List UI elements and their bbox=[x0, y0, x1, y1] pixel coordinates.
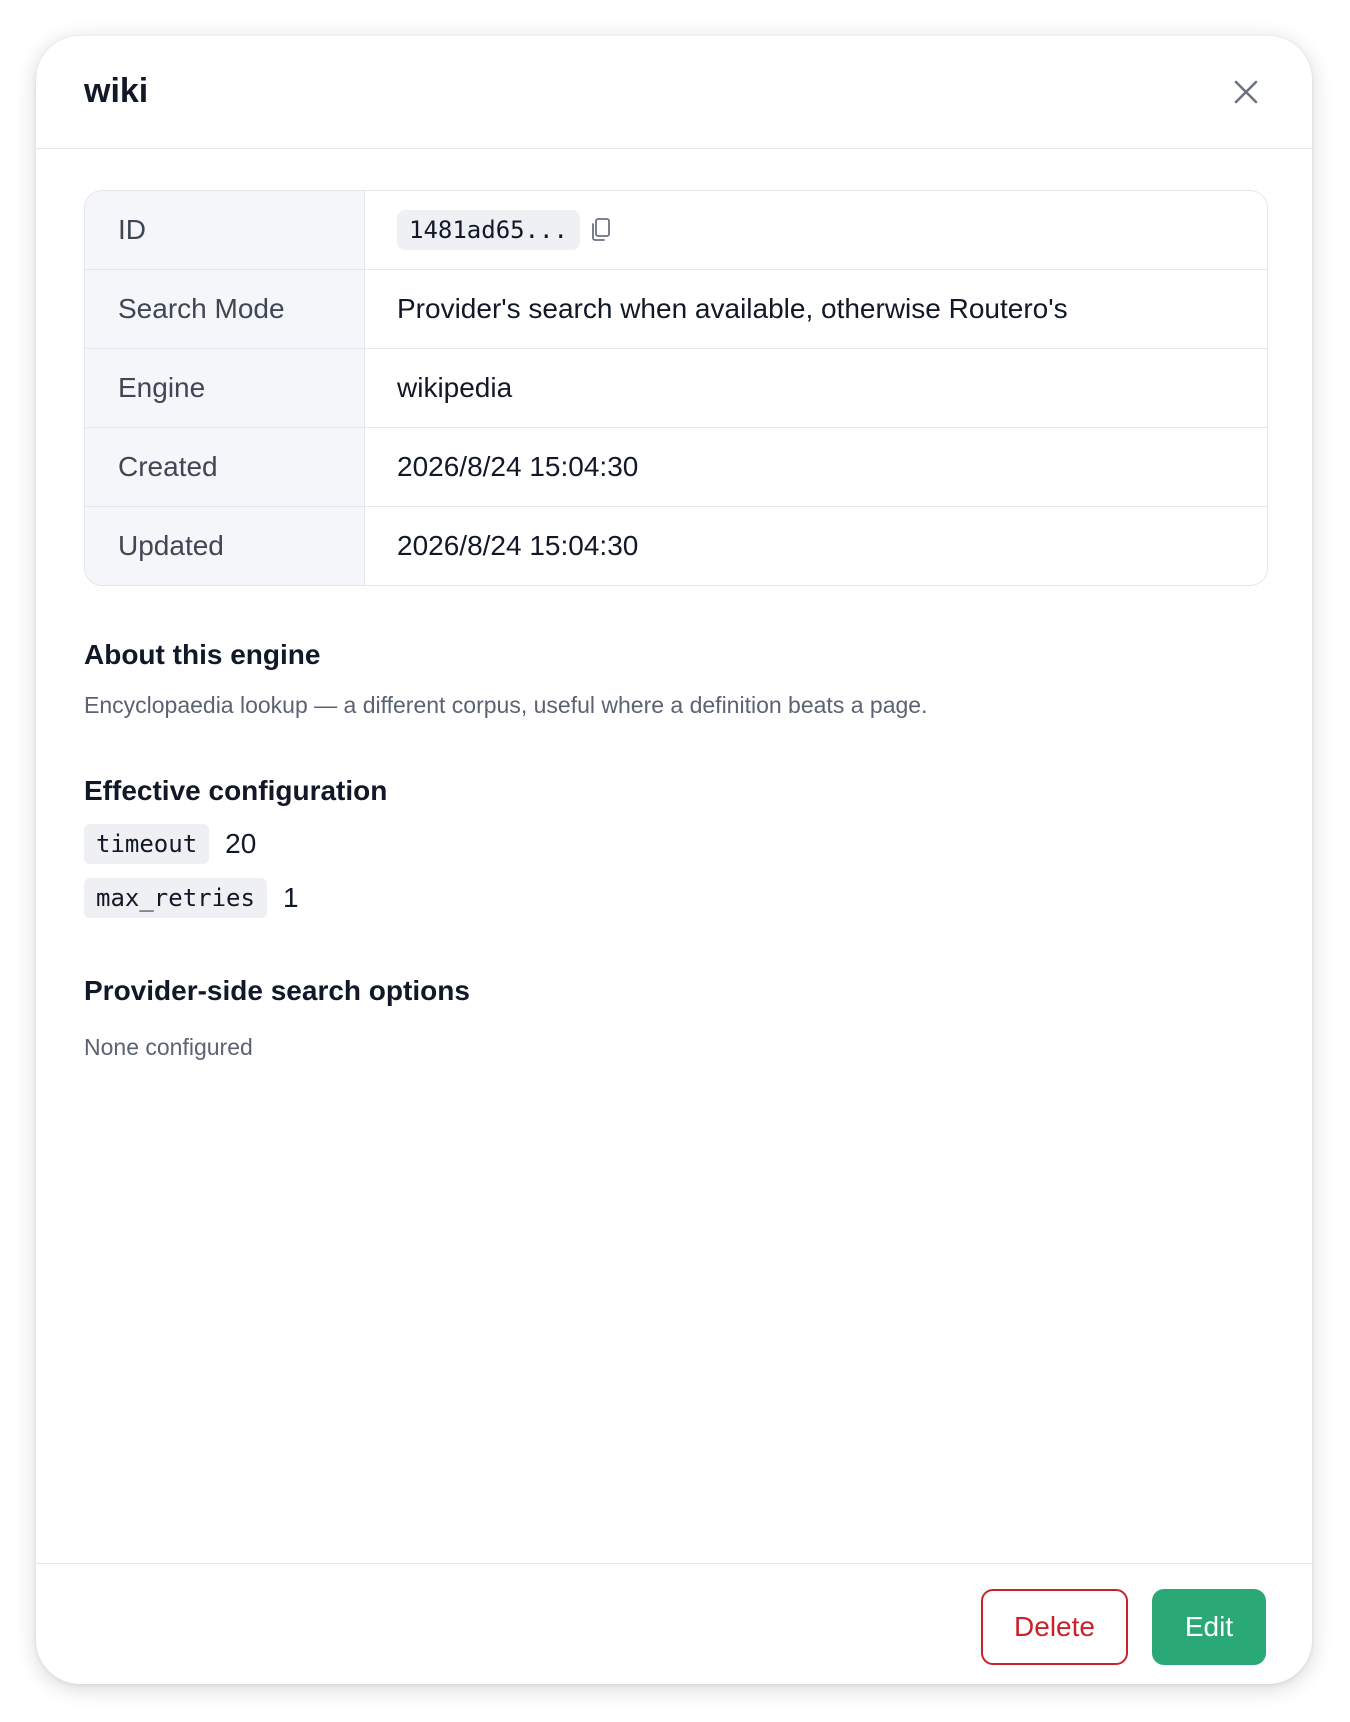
details-table: ID 1481ad65... Search Mode Provider's se… bbox=[84, 190, 1268, 586]
modal-header: wiki bbox=[36, 36, 1312, 149]
detail-row-updated: Updated 2026/8/24 15:04:30 bbox=[85, 507, 1267, 585]
detail-value: 2026/8/24 15:04:30 bbox=[397, 451, 639, 482]
detail-value: wikipedia bbox=[397, 372, 513, 403]
config-value: 1 bbox=[282, 882, 299, 913]
provider-options-title: Provider-side search options bbox=[84, 975, 470, 1006]
engine-detail-modal: wiki ID 1481ad65... Search Mode Provider… bbox=[36, 36, 1312, 1684]
modal-title: wiki bbox=[84, 72, 149, 110]
detail-label: ID bbox=[85, 191, 365, 269]
config-value: 20 bbox=[225, 828, 257, 859]
copy-icon bbox=[592, 218, 610, 241]
close-button[interactable] bbox=[1228, 74, 1264, 110]
detail-label: Created bbox=[85, 428, 365, 506]
copy-id-button[interactable] bbox=[590, 217, 612, 243]
config-item: timeout 20 bbox=[84, 824, 1266, 864]
detail-value: 1481ad65... bbox=[365, 191, 1267, 269]
detail-row-id: ID 1481ad65... bbox=[85, 191, 1267, 270]
config-key: timeout bbox=[84, 824, 210, 864]
config-key: max_retries bbox=[84, 878, 267, 918]
config-list: timeout 20 max_retries 1 bbox=[84, 824, 1266, 918]
detail-value: Provider's search when available, otherw… bbox=[397, 293, 1068, 324]
detail-value: 2026/8/24 15:04:30 bbox=[397, 530, 639, 561]
detail-row-engine: Engine wikipedia bbox=[85, 349, 1267, 428]
detail-label: Search Mode bbox=[85, 270, 365, 348]
modal-footer: Delete Edit bbox=[36, 1563, 1312, 1684]
detail-label: Engine bbox=[85, 349, 365, 427]
id-value: 1481ad65... bbox=[397, 210, 580, 250]
detail-row-created: Created 2026/8/24 15:04:30 bbox=[85, 428, 1267, 507]
detail-row-search-mode: Search Mode Provider's search when avail… bbox=[85, 270, 1267, 349]
modal-body: ID 1481ad65... Search Mode Provider's se… bbox=[84, 190, 1268, 1062]
provider-options-text: None configured bbox=[84, 1034, 253, 1060]
detail-label: Updated bbox=[85, 507, 365, 585]
close-icon bbox=[1234, 80, 1258, 104]
edit-button[interactable]: Edit bbox=[1152, 1589, 1266, 1665]
config-title: Effective configuration bbox=[84, 775, 388, 806]
about-title: About this engine bbox=[84, 639, 321, 670]
delete-button[interactable]: Delete bbox=[981, 1589, 1128, 1665]
config-item: max_retries 1 bbox=[84, 878, 1266, 918]
about-text: Encyclopaedia lookup — a different corpu… bbox=[84, 692, 928, 718]
